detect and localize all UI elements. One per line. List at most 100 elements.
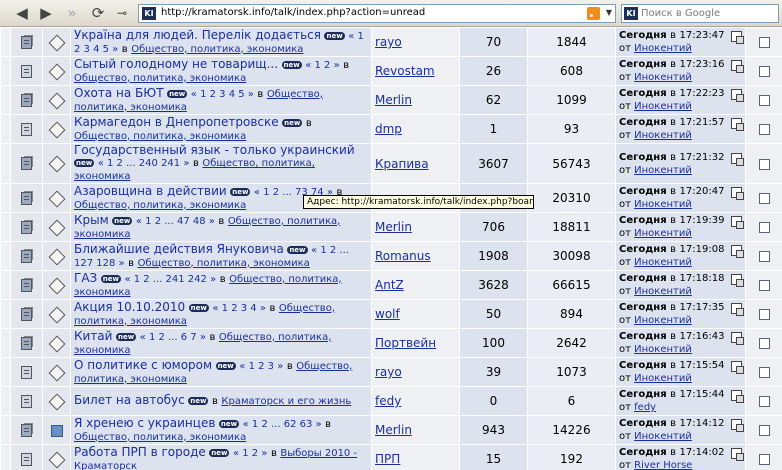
reload-icon[interactable]: ⟳ <box>88 4 108 22</box>
last-post-author-link[interactable]: Инокентий <box>634 199 692 210</box>
select-topic-checkbox[interactable] <box>758 425 770 436</box>
back-arrow-icon[interactable]: ◀ <box>12 4 32 22</box>
last-post-author-link[interactable]: Инокентий <box>634 130 692 141</box>
last-post-icon[interactable] <box>731 60 744 73</box>
address-bar-url[interactable]: http://kramatorsk.info/talk/index.php?ac… <box>161 7 425 18</box>
topic-title-link[interactable]: Китай <box>74 330 112 343</box>
topic-title-link[interactable]: Ближайшие действия Януковича <box>74 243 284 256</box>
last-post-author-link[interactable]: Инокентий <box>634 373 692 384</box>
topic-starter-link[interactable]: Merlin <box>375 423 412 437</box>
new-badge-icon[interactable]: new <box>215 361 236 370</box>
last-post-icon[interactable] <box>731 390 744 403</box>
last-post-author-link[interactable]: Инокентий <box>634 315 692 326</box>
topic-title-link[interactable]: Я хренею с украинцев <box>74 417 215 430</box>
topic-starter-link[interactable]: Merlin <box>375 220 412 234</box>
topic-title-link[interactable]: Охота на БЮТ <box>74 87 164 100</box>
select-topic-checkbox[interactable] <box>758 309 770 320</box>
board-link[interactable]: Общество, политика, экономика <box>74 432 246 443</box>
forward-arrow-icon[interactable]: ▶ <box>36 4 56 22</box>
topic-starter-link[interactable]: Merlin <box>375 93 412 107</box>
pages-links[interactable]: « 1 2 3 » <box>239 361 283 372</box>
topic-title-link[interactable]: Билет на автобус <box>74 393 185 407</box>
select-topic-checkbox[interactable] <box>758 37 770 48</box>
last-post-icon[interactable] <box>731 274 744 287</box>
new-badge-icon[interactable]: new <box>115 332 137 341</box>
last-post-icon[interactable] <box>731 152 744 166</box>
board-link[interactable]: Общество, политика, экономика <box>138 258 310 269</box>
last-post-icon[interactable] <box>731 448 744 461</box>
last-post-icon[interactable] <box>731 245 744 258</box>
topic-starter-link[interactable]: Портвейн <box>375 336 436 350</box>
topic-title-link[interactable]: Азаровщина в действии <box>74 185 227 198</box>
topic-title-link[interactable]: Україна для людей. Перелік додається <box>74 29 321 42</box>
new-badge-icon[interactable]: new <box>74 159 95 167</box>
topic-starter-link[interactable]: ПРП <box>375 452 400 466</box>
fast-forward-icon[interactable]: » <box>62 4 82 22</box>
topic-title-link[interactable]: Кармагедон в Днепропетровске <box>74 116 279 129</box>
last-post-author-link[interactable]: Инокентий <box>634 228 692 239</box>
select-topic-checkbox[interactable] <box>758 193 770 204</box>
last-post-icon[interactable] <box>731 361 744 374</box>
new-badge-icon[interactable]: new <box>188 303 209 312</box>
topic-title-link[interactable]: Акция 10.10.2010 <box>74 301 185 314</box>
board-link[interactable]: Общество, политика, экономика <box>74 200 246 211</box>
last-post-author-link[interactable]: Инокентий <box>634 344 692 355</box>
board-link[interactable]: Общество, политика, экономика <box>131 44 303 55</box>
search-box[interactable]: KI <box>621 4 779 23</box>
topic-title-link[interactable]: Сытый голодному не товарищ... <box>74 58 278 71</box>
board-link[interactable]: Краматорск и его жизнь <box>221 396 351 407</box>
last-post-icon[interactable] <box>731 89 744 102</box>
last-post-icon[interactable] <box>731 187 744 200</box>
topic-starter-link[interactable]: Romanus <box>375 249 431 263</box>
select-topic-checkbox[interactable] <box>758 95 770 106</box>
board-link[interactable]: Общество, политика, экономика <box>74 73 246 84</box>
rss-feed-icon[interactable] <box>587 7 600 20</box>
pages-links[interactable]: « 1 2 3 4 » <box>212 303 266 314</box>
new-badge-icon[interactable]: new <box>167 89 188 98</box>
last-post-author-link[interactable]: River Horse <box>634 460 692 470</box>
key-icon[interactable]: ⊸ <box>112 4 132 22</box>
last-post-author-link[interactable]: fedy <box>634 402 656 413</box>
pages-links[interactable]: « 1 2 ... 62 63 » <box>243 419 322 430</box>
topic-starter-link[interactable]: Крапива <box>375 157 429 171</box>
pages-links[interactable]: « 1 2 ... 240 241 » <box>98 158 190 169</box>
last-post-author-link[interactable]: Инокентий <box>634 43 692 54</box>
topic-title-link[interactable]: Крым <box>74 214 109 227</box>
new-badge-icon[interactable]: new <box>209 448 230 457</box>
search-input[interactable] <box>641 6 775 21</box>
select-topic-checkbox[interactable] <box>758 396 770 407</box>
last-post-icon[interactable] <box>731 31 744 44</box>
pages-links[interactable]: « 1 2 » <box>233 448 268 459</box>
pages-links[interactable]: « 1 2 ... 6 7 » <box>140 332 206 343</box>
select-topic-checkbox[interactable] <box>758 222 770 233</box>
new-badge-icon[interactable]: new <box>218 419 240 428</box>
select-topic-checkbox[interactable] <box>758 66 770 77</box>
last-post-icon[interactable] <box>731 216 744 229</box>
new-badge-icon[interactable]: new <box>112 216 133 225</box>
topic-starter-link[interactable]: fedy <box>375 394 401 408</box>
new-badge-icon[interactable]: new <box>281 60 302 69</box>
new-badge-icon[interactable]: new <box>230 187 251 196</box>
last-post-author-link[interactable]: Инокентий <box>634 286 692 297</box>
topic-title-link[interactable]: Работа ПРП в городе <box>74 446 206 459</box>
pages-links[interactable]: « 1 2 ... 47 48 » <box>136 216 215 227</box>
address-bar[interactable]: KI http://kramatorsk.info/talk/index.php… <box>138 4 616 23</box>
select-topic-checkbox[interactable] <box>758 158 770 170</box>
select-topic-checkbox[interactable] <box>758 338 770 349</box>
last-post-author-link[interactable]: Инокентий <box>634 431 692 442</box>
chevron-down-icon[interactable]: ▼ <box>606 8 612 17</box>
topic-title-link[interactable]: О политике с юмором <box>74 359 212 372</box>
select-topic-checkbox[interactable] <box>758 367 770 378</box>
pages-links[interactable]: « 1 2 3 4 5 » <box>191 89 254 100</box>
topic-title-link[interactable]: ГАЗ <box>74 272 97 285</box>
new-badge-icon[interactable]: new <box>188 397 209 405</box>
last-post-author-link[interactable]: Инокентий <box>634 101 692 112</box>
new-badge-icon[interactable]: new <box>287 245 308 254</box>
topic-starter-link[interactable]: rayo <box>375 365 402 379</box>
pages-links[interactable]: « 1 2 » <box>305 60 340 71</box>
last-post-icon[interactable] <box>731 332 744 345</box>
pages-links[interactable]: « 1 2 ... 241 242 » <box>124 274 216 285</box>
topic-starter-link[interactable]: dmp <box>375 122 402 136</box>
topic-starter-link[interactable]: AntZ <box>375 278 404 292</box>
topic-starter-link[interactable]: Revostam <box>375 64 435 78</box>
